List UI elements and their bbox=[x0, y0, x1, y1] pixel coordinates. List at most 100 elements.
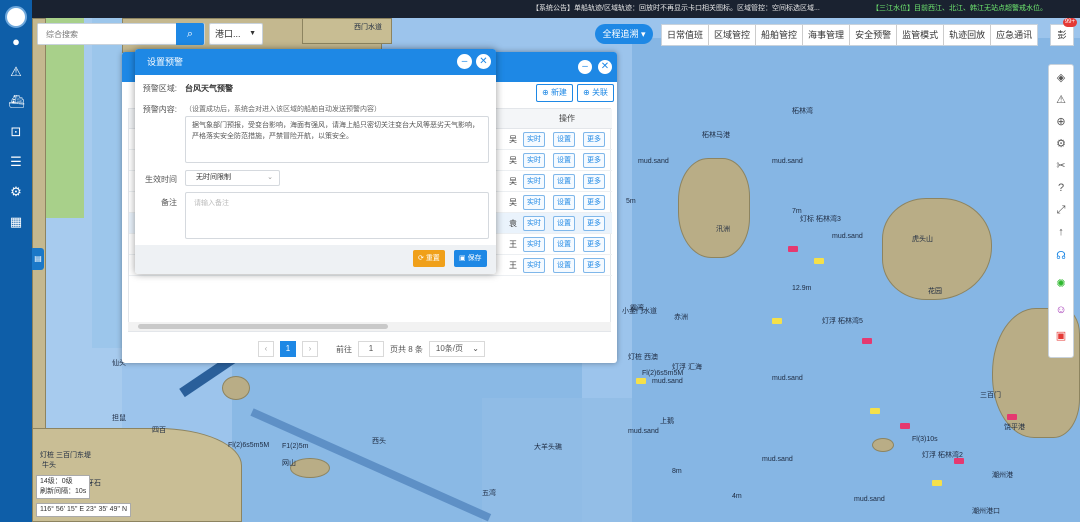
list-icon[interactable]: ☰ bbox=[8, 154, 24, 170]
table-cell: 王 bbox=[509, 261, 517, 270]
more-button[interactable]: 更多 bbox=[583, 195, 605, 210]
chevron-down-icon: ⌄ bbox=[267, 174, 273, 181]
more-button[interactable]: 更多 bbox=[583, 258, 605, 273]
map-label: Fl(2)6s5m5M bbox=[642, 370, 684, 377]
realtime-button[interactable]: 实时 bbox=[523, 258, 545, 273]
reset-button[interactable]: ⟳ 重置 bbox=[413, 250, 445, 267]
goto-page-input[interactable]: 1 bbox=[358, 341, 384, 357]
dialog-footer: ⟳ 重置 ▣ 保存 bbox=[135, 245, 496, 274]
radar-icon[interactable]: ✺ bbox=[1052, 275, 1070, 293]
more-button[interactable]: 更多 bbox=[583, 153, 605, 168]
gear-icon[interactable]: ⚙ bbox=[1052, 135, 1070, 153]
realtime-button[interactable]: 实时 bbox=[523, 195, 545, 210]
time-select[interactable]: 无时间限制 ⌄ bbox=[185, 170, 280, 186]
map-label: 12.9m bbox=[792, 285, 812, 292]
pagination: ‹ 1 › 前往 1 页共 8 条 10条/页 ⌄ bbox=[258, 340, 485, 358]
settings-button[interactable]: 设置 bbox=[553, 258, 575, 273]
user-name: 彭 bbox=[1057, 30, 1067, 40]
more-button[interactable]: 更多 bbox=[583, 237, 605, 252]
map-label: 灯浮 柘林湾5 bbox=[822, 318, 863, 325]
port-select[interactable]: 港口... ▼ bbox=[209, 23, 263, 45]
realtime-button[interactable]: 实时 bbox=[523, 153, 545, 168]
calendar-icon[interactable]: ▦ bbox=[8, 214, 24, 230]
warning-icon[interactable]: ⚠ bbox=[8, 64, 24, 80]
map-label: 四百 bbox=[152, 427, 166, 434]
refresh-interval: 刷新间隔：10s bbox=[40, 488, 87, 495]
settings-button[interactable]: 设置 bbox=[553, 153, 575, 168]
save-button[interactable]: ▣ 保存 bbox=[454, 250, 487, 267]
prev-page-button[interactable]: ‹ bbox=[258, 341, 274, 357]
report-icon[interactable]: ▣ bbox=[1052, 327, 1070, 345]
search-icon[interactable]: ⌕ bbox=[176, 23, 204, 45]
nav-daily-duty[interactable]: 日常值班 bbox=[662, 25, 710, 45]
arrow-up-icon[interactable]: ↑ bbox=[1052, 223, 1070, 241]
sidebar-collapse-button[interactable]: ▤ bbox=[32, 248, 44, 270]
help-icon[interactable]: ? bbox=[1052, 179, 1070, 197]
new-button[interactable]: ⊕ 新建 bbox=[536, 84, 573, 102]
realtime-button[interactable]: 实时 bbox=[523, 216, 545, 231]
map-label: mud.sand bbox=[762, 456, 793, 463]
alert-icon[interactable]: ⚠ bbox=[1052, 91, 1070, 109]
headset-icon[interactable]: ☊ bbox=[1052, 247, 1070, 265]
layers-icon[interactable]: ◈ bbox=[1052, 69, 1070, 87]
water-level-notice[interactable]: 【三江水位】目前西江、北江、韩江无站点超警戒水位。 bbox=[872, 0, 1047, 18]
table-cell: 吴 bbox=[509, 135, 517, 144]
map-label: 五湾 bbox=[482, 490, 496, 497]
left-sidebar: ● ⚠ ⛴ ⊡ ☰ ⚙ ▦ bbox=[0, 0, 32, 522]
map-label: 饶平港 bbox=[1004, 424, 1025, 431]
scissors-icon[interactable]: ✂ bbox=[1052, 157, 1070, 175]
expand-icon[interactable]: ⤢ bbox=[1052, 201, 1070, 219]
map-label: mud.sand bbox=[772, 158, 803, 165]
announcement-bar: 【系统公告】单船轨迹/区域轨迹：回放时不再显示卡口相关图标。区域管控：空间标选区… bbox=[32, 0, 1080, 18]
nav-safety-warning[interactable]: 安全预警 bbox=[850, 25, 898, 45]
realtime-button[interactable]: 实时 bbox=[523, 132, 545, 147]
settings-button[interactable]: 设置 bbox=[553, 237, 575, 252]
more-button[interactable]: 更多 bbox=[583, 132, 605, 147]
nav-area-control[interactable]: 区域管控 bbox=[709, 25, 757, 45]
page-size-select[interactable]: 10条/页 ⌄ bbox=[428, 341, 485, 357]
lock-icon[interactable]: ⊡ bbox=[8, 124, 24, 140]
minimize-icon[interactable]: – bbox=[457, 54, 472, 69]
locate-icon[interactable]: ⊕ bbox=[1052, 113, 1070, 131]
next-page-button[interactable]: › bbox=[302, 341, 318, 357]
ship-icon[interactable]: ⛴ bbox=[8, 94, 25, 110]
current-page[interactable]: 1 bbox=[280, 341, 296, 357]
system-notice[interactable]: 【系统公告】单船轨迹/区域轨迹：回放时不再显示卡口相关图标。区域管控：空间标选区… bbox=[532, 0, 820, 18]
map-label: 花园 bbox=[928, 288, 942, 295]
nav-maritime-management[interactable]: 海事管理 bbox=[803, 25, 851, 45]
map-label: 4m bbox=[732, 493, 742, 500]
people-icon[interactable]: ☺ bbox=[1052, 301, 1070, 319]
minimize-icon[interactable]: – bbox=[578, 60, 592, 74]
settings-button[interactable]: 设置 bbox=[553, 174, 575, 189]
remark-label: 备注 bbox=[161, 198, 177, 207]
more-button[interactable]: 更多 bbox=[583, 174, 605, 189]
content-textarea[interactable]: 据气象部门预报，受变台影响，海面有强风，请海上船只密切关注变台大风等恶劣天气影响… bbox=[185, 116, 489, 163]
settings-button[interactable]: 设置 bbox=[553, 195, 575, 210]
user-avatar[interactable]: 彭 99+ bbox=[1050, 18, 1077, 46]
map-label: mud.sand bbox=[652, 378, 683, 385]
map-label: 灯桩 西澳 bbox=[628, 354, 658, 361]
settings-button[interactable]: 设置 bbox=[553, 132, 575, 147]
settings-button[interactable]: 设置 bbox=[553, 216, 575, 231]
table-cell: 吴 bbox=[509, 177, 517, 186]
map-label: mud.sand bbox=[854, 496, 885, 503]
close-icon[interactable]: ✕ bbox=[598, 60, 612, 74]
nav-track-playback[interactable]: 轨迹回放 bbox=[944, 25, 992, 45]
horizontal-scrollbar[interactable] bbox=[128, 322, 611, 331]
close-icon[interactable]: ✕ bbox=[476, 54, 491, 69]
realtime-button[interactable]: 实时 bbox=[523, 237, 545, 252]
map-label: 柘林马港 bbox=[702, 132, 730, 139]
full-trace-button[interactable]: 全程追溯 ▾ bbox=[595, 24, 653, 44]
search-input[interactable] bbox=[38, 24, 176, 44]
more-button[interactable]: 更多 bbox=[583, 216, 605, 231]
nav-ship-control[interactable]: 船舶管控 bbox=[756, 25, 804, 45]
realtime-button[interactable]: 实时 bbox=[523, 174, 545, 189]
settings-icon[interactable]: ⚙ bbox=[8, 184, 24, 200]
nav-supervision-mode[interactable]: 监管模式 bbox=[897, 25, 945, 45]
nav-emergency-comm[interactable]: 应急通讯 bbox=[991, 25, 1037, 45]
area-label: 预警区域: bbox=[142, 84, 177, 93]
user-icon[interactable]: ● bbox=[8, 34, 24, 50]
remark-textarea[interactable]: 请输入备注 bbox=[185, 192, 489, 239]
map-label: 牛头 bbox=[42, 462, 56, 469]
link-button[interactable]: ⊕ 关联 bbox=[577, 84, 614, 102]
